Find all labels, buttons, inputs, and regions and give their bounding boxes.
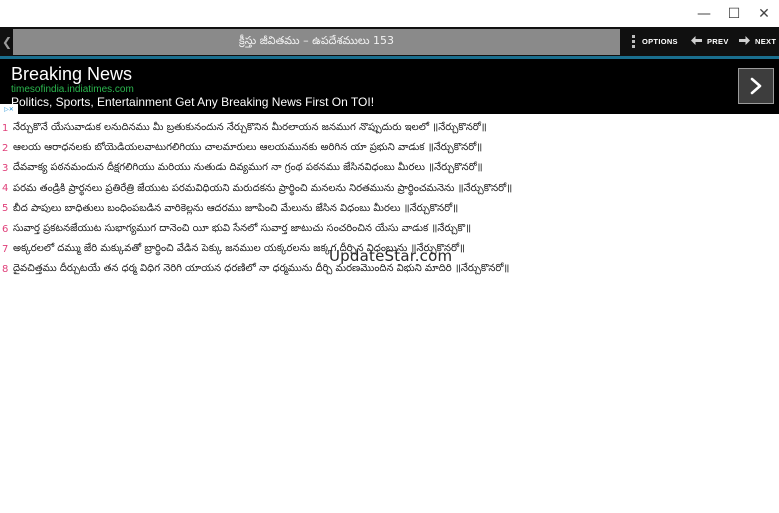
verse-text: సువార్త ప్రకటనజేయుట సుభాగ్యముగ దానెంచి య… — [13, 223, 472, 235]
ad-description: Politics, Sports, Entertainment Get Any … — [11, 95, 375, 109]
verse-row: 1 నేర్చుకొనే యేసువాడుక లనుదినము మీ బ్రతు… — [0, 118, 779, 138]
window-titlebar: — ☐ ✕ — [0, 0, 779, 27]
verse-number: 1 — [2, 122, 9, 134]
app-toolbar: ❮ క్రీస్తు జీవితము – ఉపదేశములు 153 OPTIO… — [0, 27, 779, 59]
verse-text: నేర్చుకొనే యేసువాడుక లనుదినము మీ బ్రతుకు… — [13, 122, 487, 134]
verse-number: 4 — [2, 183, 9, 195]
chevron-right-icon — [750, 77, 762, 95]
verse-row: 3 దేవవాక్య పఠనమందున దీక్షగలిగియు మరియు న… — [0, 158, 779, 178]
close-button[interactable]: ✕ — [749, 0, 779, 27]
verse-number: 3 — [2, 162, 9, 174]
ad-title[interactable]: Breaking News — [11, 64, 132, 85]
song-title: క్రీస్తు జీవితము – ఉపదేశములు 153 — [13, 29, 620, 55]
verse-row: 2 ఆలయ ఆరాధనలకు బోయెడియలవాటుగలిగియు చాలమా… — [0, 138, 779, 158]
minimize-icon: — — [697, 5, 711, 22]
close-icon: ✕ — [758, 5, 770, 22]
verse-row: 5 బీద పాపులు బాధితులు బంధింపబడిన వారికెల… — [0, 199, 779, 219]
verse-text: ఆలయ ఆరాధనలకు బోయెడియలవాటుగలిగియు చాలమారు… — [13, 142, 483, 154]
maximize-button[interactable]: ☐ — [719, 0, 749, 27]
verse-number: 6 — [2, 223, 9, 235]
minimize-button[interactable]: — — [689, 0, 719, 27]
back-button[interactable]: ❮ — [2, 27, 12, 56]
verse-number: 7 — [2, 243, 9, 255]
verse-number: 2 — [2, 142, 9, 154]
chevron-left-icon: ❮ — [1, 34, 13, 49]
ad-choices-icon[interactable]: ▷✕ — [0, 104, 18, 114]
verse-text: పరమ తండ్రికి ప్రార్థనలు ప్రతిరేత్రి జేయు… — [13, 182, 513, 194]
ad-open-button[interactable] — [738, 68, 774, 104]
app-window: — ☐ ✕ ❮ క్రీస్తు జీవితము – ఉపదేశములు 153… — [0, 0, 779, 513]
ad-banner[interactable]: Breaking News timesofindia.indiatimes.co… — [0, 59, 779, 114]
options-label: OPTIONS — [642, 37, 678, 46]
watermark: UpdateStar.com — [329, 247, 453, 265]
next-button[interactable]: NEXT — [739, 27, 776, 56]
options-button[interactable]: OPTIONS — [632, 27, 678, 56]
verse-text: బీద పాపులు బాధితులు బంధింపబడిన వారికెల్ల… — [13, 202, 459, 214]
verse-number: 8 — [2, 263, 9, 275]
ad-url[interactable]: timesofindia.indiatimes.com — [11, 84, 134, 95]
window-controls: — ☐ ✕ — [689, 0, 779, 27]
menu-dots-icon — [632, 35, 635, 48]
verse-text: దేవవాక్య పఠనమందున దీక్షగలిగియు మరియు నుత… — [13, 162, 483, 174]
prev-button[interactable]: PREV — [691, 27, 729, 56]
verse-number: 5 — [2, 203, 9, 215]
maximize-icon: ☐ — [727, 5, 741, 22]
next-label: NEXT — [755, 37, 777, 46]
arrow-right-icon — [739, 35, 750, 48]
arrow-left-icon — [691, 35, 702, 48]
verse-row: 6 సువార్త ప్రకటనజేయుట సుభాగ్యముగ దానెంచి… — [0, 219, 779, 239]
prev-label: PREV — [707, 37, 729, 46]
verse-row: 4 పరమ తండ్రికి ప్రార్థనలు ప్రతిరేత్రి జే… — [0, 179, 779, 199]
